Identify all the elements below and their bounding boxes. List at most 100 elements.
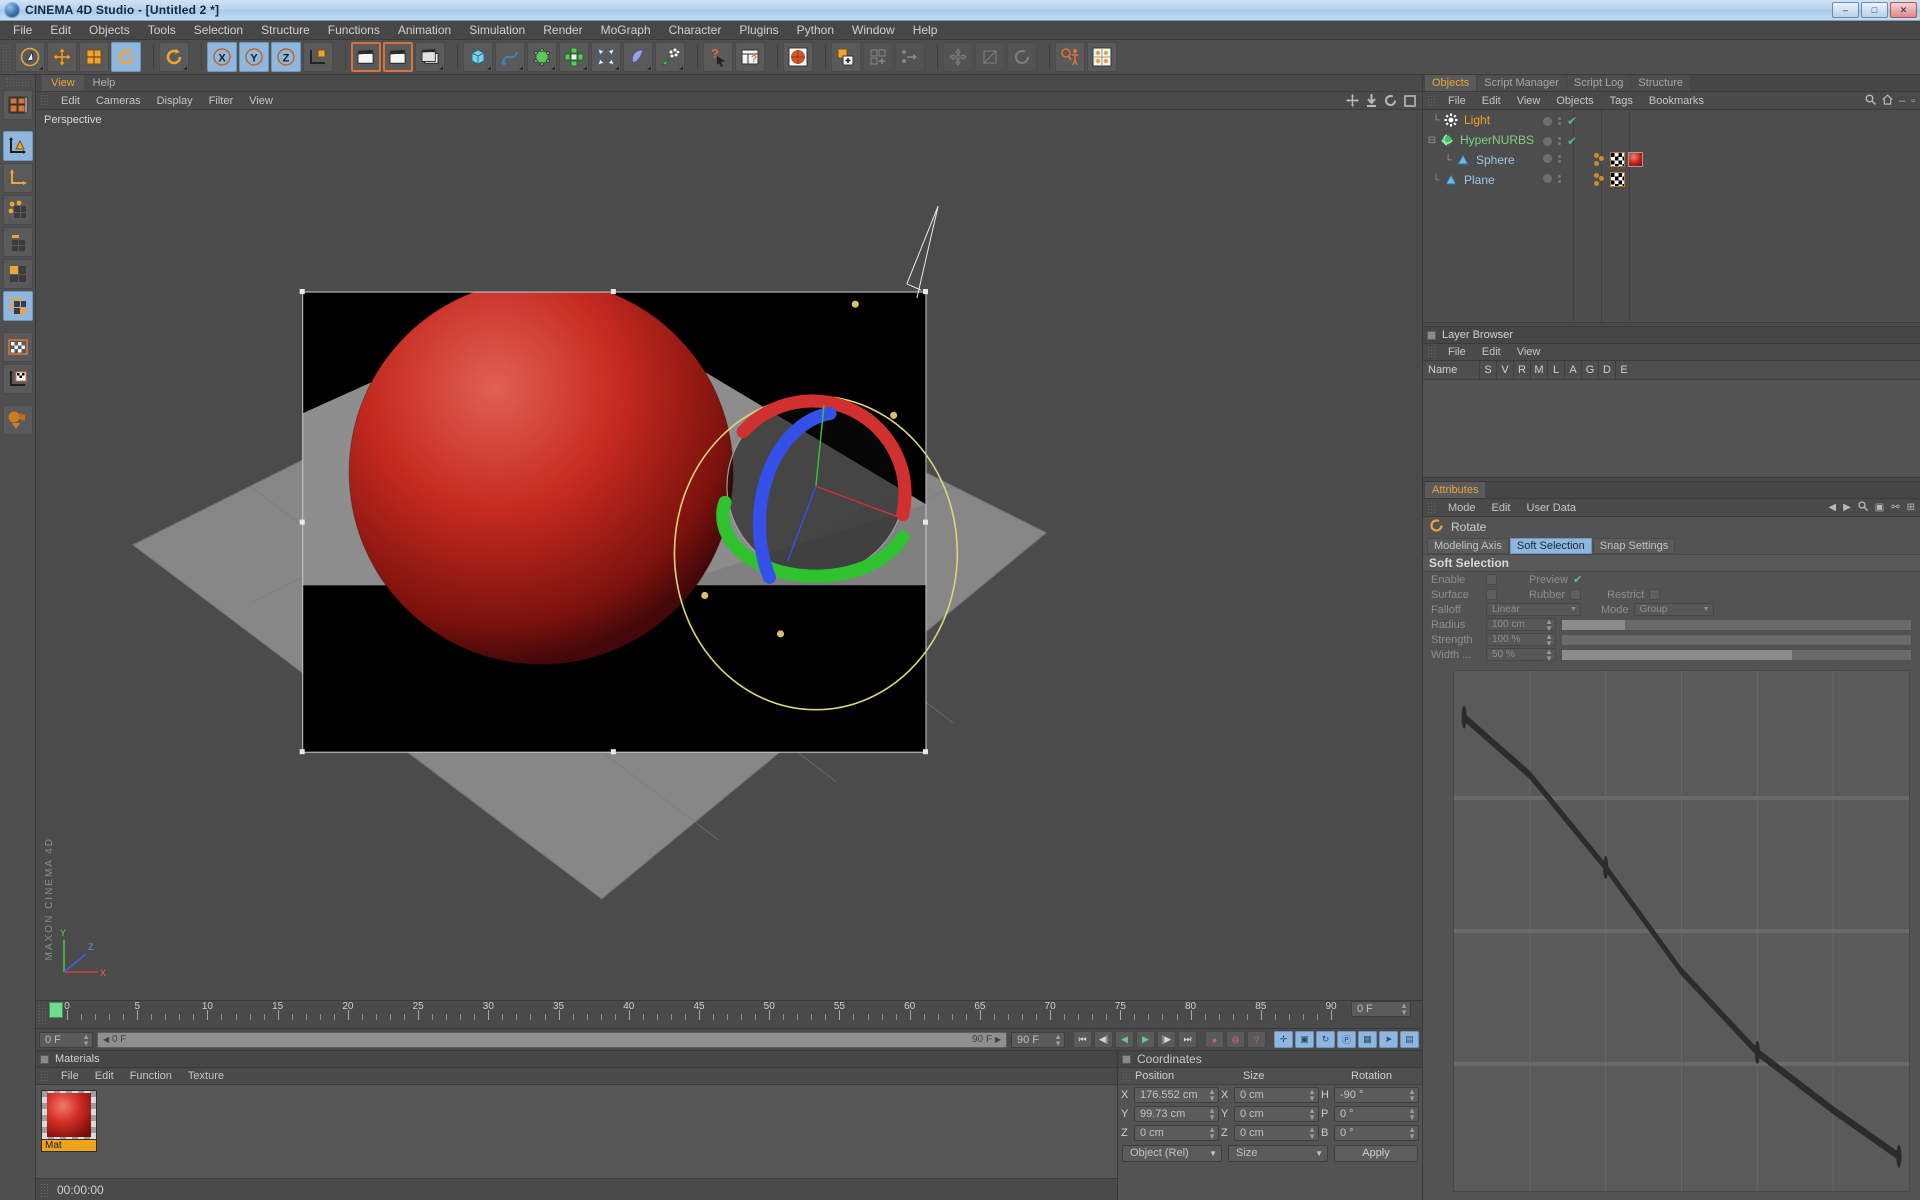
tab-objects[interactable]: Objects — [1425, 75, 1477, 91]
menu-structure[interactable]: Structure — [252, 21, 319, 39]
size-mode-select[interactable]: Size ▼ — [1228, 1144, 1328, 1162]
lb-col-l[interactable]: L — [1547, 360, 1564, 380]
texture-mode-icon[interactable] — [2, 332, 33, 362]
record-keyframe-button[interactable]: ● — [1205, 1031, 1224, 1048]
texture-tag[interactable] — [1610, 152, 1625, 167]
om-menu-file[interactable]: File — [1440, 94, 1474, 108]
lb-col-r[interactable]: R — [1513, 360, 1530, 380]
step-back-button[interactable]: ◀| — [1094, 1031, 1113, 1048]
material-sphere-icon[interactable] — [783, 42, 813, 72]
render-view-icon[interactable] — [351, 42, 381, 72]
enable-check-icon[interactable]: ✔ — [1567, 114, 1577, 128]
lb-menu-view[interactable]: View — [1509, 345, 1549, 359]
spinner-icon[interactable]: ▲ ▼ — [82, 1032, 90, 1047]
autokey-button[interactable]: ◍ — [1226, 1031, 1245, 1048]
texture-tag[interactable] — [1610, 172, 1625, 187]
back-arrow-icon[interactable]: ◀ — [1828, 502, 1836, 513]
menu-character[interactable]: Character — [660, 21, 731, 39]
om-menu-objects[interactable]: Objects — [1548, 94, 1601, 108]
hypernurbs-icon[interactable] — [1439, 133, 1455, 147]
enable-check-icon[interactable]: ✔ — [1567, 134, 1577, 148]
pos-x-field[interactable]: 176.552 cm ▲ ▼ — [1134, 1086, 1219, 1103]
layout-key-button[interactable]: ▤ — [1400, 1031, 1419, 1048]
object-visibility-dots[interactable] — [1543, 174, 1561, 183]
material-name[interactable]: Mat — [41, 1140, 97, 1152]
lb-col-g[interactable]: G — [1581, 360, 1598, 380]
viewport-menu-filter[interactable]: Filter — [201, 94, 241, 108]
move-tool-dim-icon[interactable] — [943, 42, 973, 72]
material-tag[interactable] — [1628, 152, 1643, 167]
maximize-button[interactable]: □ — [1861, 2, 1888, 18]
attr-menu-edit[interactable]: Edit — [1484, 501, 1519, 515]
phong-tag[interactable] — [1593, 172, 1607, 187]
timeline-frame-field[interactable]: 0 F ▲ ▼ — [1351, 1001, 1411, 1017]
rot-p-field[interactable]: 0 ° ▲ ▼ — [1334, 1105, 1419, 1122]
tab-snap-settings[interactable]: Snap Settings — [1592, 537, 1676, 554]
y-axis-icon[interactable]: Y — [239, 42, 269, 72]
magnify-figure-icon[interactable] — [1055, 42, 1085, 72]
attributes-grip[interactable] — [1427, 501, 1436, 514]
perspective-viewport[interactable]: Perspective MAXON CINEMA 4D Y X Z — [36, 110, 1422, 1000]
enable-checkbox[interactable] — [1486, 574, 1497, 585]
menu-mograph[interactable]: MoGraph — [592, 21, 660, 39]
size-y-field[interactable]: 0 cm ▲ ▼ — [1234, 1105, 1319, 1122]
lock-icon[interactable]: ▣ — [1875, 502, 1884, 513]
menu-tools[interactable]: Tools — [139, 21, 185, 39]
object-visibility-dots[interactable] — [1543, 154, 1561, 163]
toolbar-grip[interactable] — [2, 44, 11, 70]
menu-file[interactable]: File — [4, 21, 41, 39]
preview-chec kbox-checked-icon[interactable]: ✔ — [1573, 573, 1584, 586]
rubber-checkbox[interactable] — [1570, 589, 1582, 600]
visibility-render-dots[interactable] — [1558, 117, 1561, 125]
texture-axis-mode-icon[interactable] — [2, 364, 33, 394]
material-preview[interactable] — [41, 1090, 97, 1140]
edges-mode-icon[interactable] — [2, 227, 33, 257]
play-back-button[interactable]: ◀ — [1115, 1031, 1134, 1048]
layer-browser-grip[interactable] — [1427, 346, 1436, 358]
object-name[interactable]: Sphere — [1476, 153, 1515, 167]
object-visibility-dots[interactable]: ✔ — [1543, 134, 1577, 148]
visibility-editor-dot[interactable] — [1543, 154, 1552, 163]
visibility-editor-dot[interactable] — [1543, 174, 1552, 183]
pan-icon[interactable] — [1346, 94, 1359, 110]
object-name[interactable]: Plane — [1464, 173, 1495, 187]
home-icon[interactable] — [1882, 94, 1893, 108]
left-toolbar-grip[interactable] — [5, 78, 30, 86]
forward-arrow-icon[interactable]: ▶ — [1843, 502, 1851, 513]
search-icon[interactable] — [1865, 94, 1876, 108]
lb-col-v[interactable]: V — [1496, 360, 1513, 380]
lb-col-a[interactable]: A — [1564, 360, 1581, 380]
pos-y-field[interactable]: 99.73 cm ▲ ▼ — [1134, 1105, 1219, 1122]
play-forward-button[interactable]: ▶ — [1136, 1031, 1155, 1048]
rotate-icon[interactable] — [111, 42, 141, 72]
go-to-end-button[interactable]: ⏭ — [1178, 1031, 1197, 1048]
minimize-button[interactable]: – — [1832, 2, 1859, 18]
go-to-start-button[interactable]: ⏮ — [1073, 1031, 1092, 1048]
render-region-icon[interactable] — [383, 42, 413, 72]
particle-icon[interactable] — [655, 42, 685, 72]
tab-modeling-axis[interactable]: Modeling Axis — [1427, 537, 1509, 554]
attr-menu-user-data[interactable]: User Data — [1519, 501, 1585, 515]
menu-window[interactable]: Window — [843, 21, 904, 39]
om-menu-edit[interactable]: Edit — [1474, 94, 1509, 108]
close-icon[interactable]: ▫ — [1911, 95, 1915, 107]
key-position-button[interactable]: ✛ — [1274, 1031, 1293, 1048]
light-icon[interactable] — [1443, 113, 1459, 127]
width-slider[interactable] — [1561, 648, 1912, 661]
mode-select[interactable]: Group ▼ — [1633, 603, 1714, 616]
viewport-tab-help[interactable]: Help — [84, 75, 125, 91]
materials-menu-grip[interactable] — [40, 1070, 49, 1082]
om-menu-bookmarks[interactable]: Bookmarks — [1641, 94, 1712, 108]
select-key-button[interactable]: ➤ — [1379, 1031, 1398, 1048]
render-settings-icon[interactable] — [415, 42, 445, 72]
world-object-axis-icon[interactable] — [303, 42, 333, 72]
coordinate-mode-select[interactable]: Object (Rel) ▼ — [1122, 1144, 1222, 1162]
attr-menu-mode[interactable]: Mode — [1440, 501, 1484, 515]
menu-render[interactable]: Render — [534, 21, 591, 39]
nurbs-icon[interactable] — [527, 42, 557, 72]
lb-col-d[interactable]: D — [1598, 360, 1615, 380]
playhead[interactable] — [49, 1002, 63, 1018]
timeline-scale[interactable]: 0 5 10 15 20 25 30 35 40 45 50 55 60 65 70 75 80 85 90 — [49, 1001, 1347, 1029]
tab-script-manager[interactable]: Script Manager — [1477, 75, 1566, 91]
maximize-view-icon[interactable] — [1404, 94, 1416, 110]
